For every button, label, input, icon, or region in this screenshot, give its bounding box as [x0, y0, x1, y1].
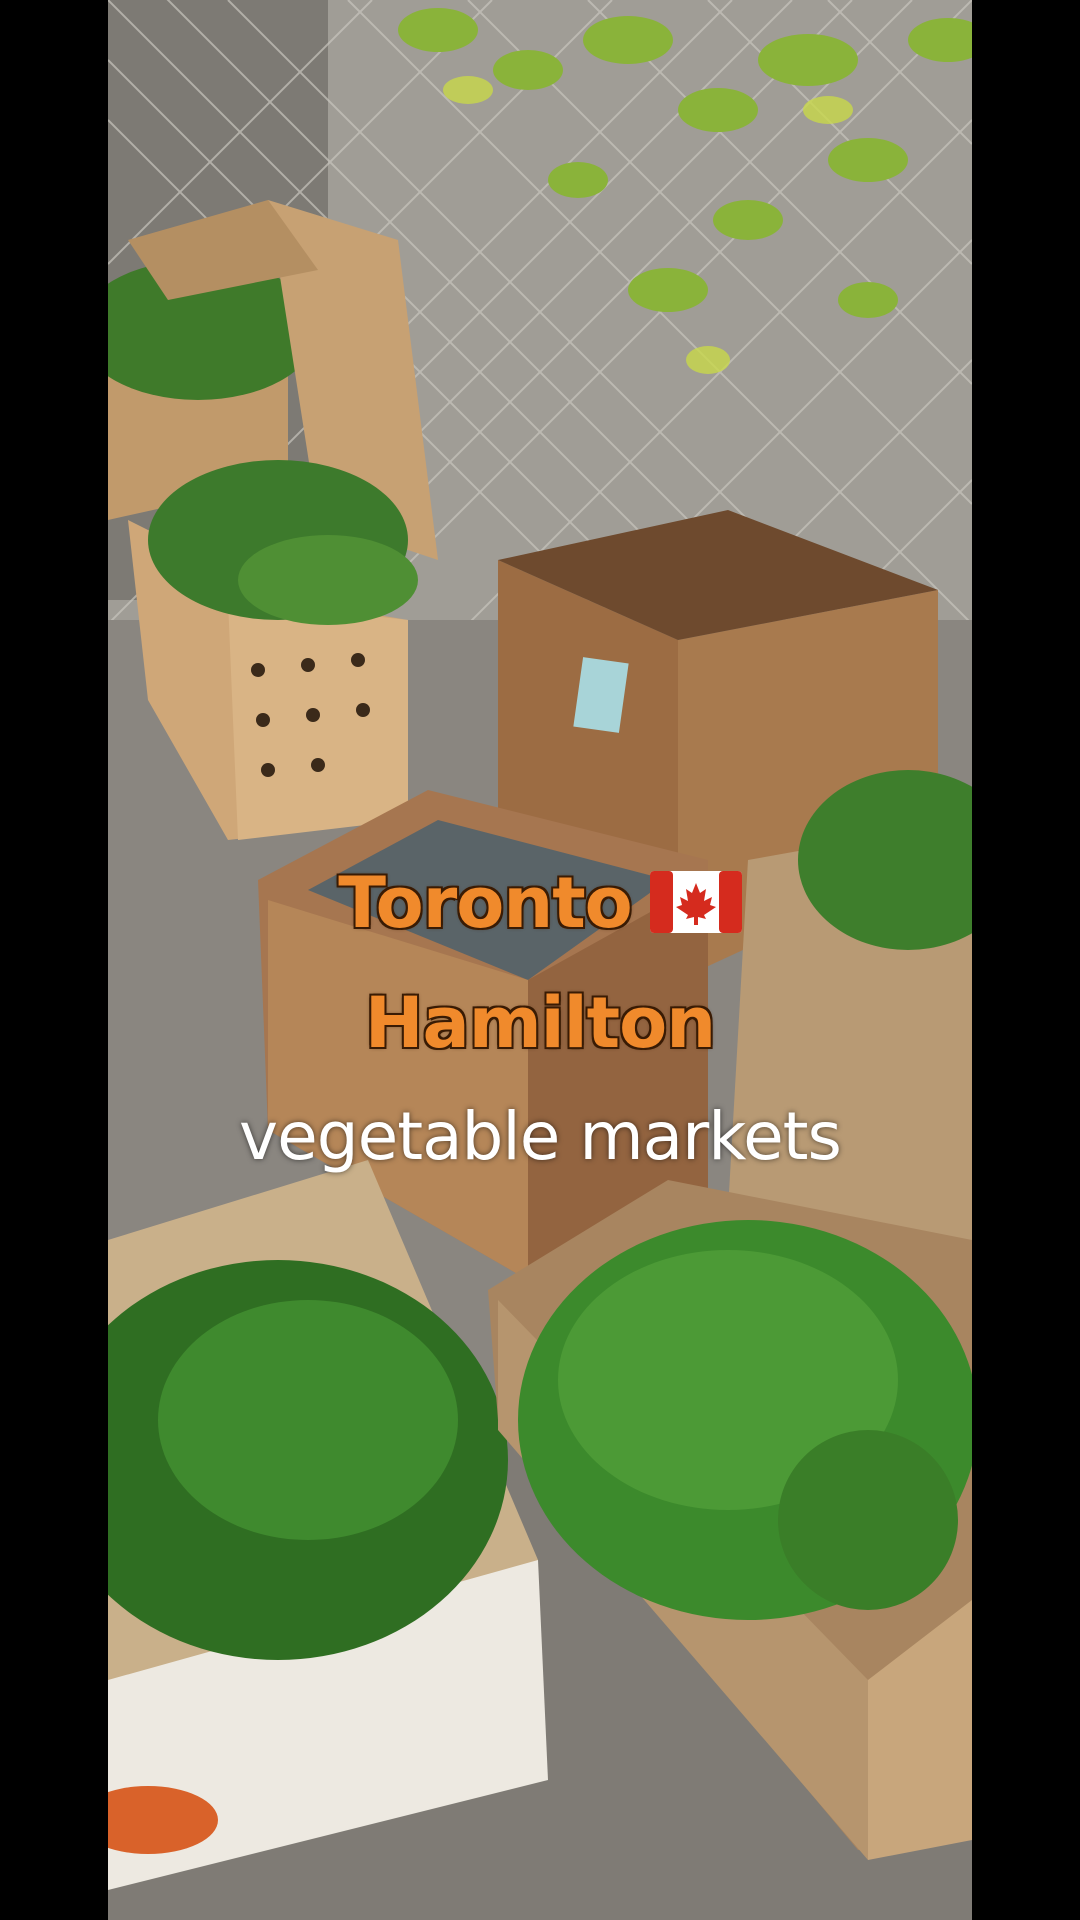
caption-toronto-text: Toronto	[338, 862, 633, 944]
caption-line-toronto: Toronto	[0, 862, 1080, 944]
caption-vegetable-markets-text: vegetable markets	[239, 1098, 842, 1175]
canada-flag-icon	[649, 870, 742, 933]
caption-line-vegetable-markets: vegetable markets	[0, 1098, 1080, 1175]
market-photo	[108, 0, 972, 1920]
photo-frame	[108, 0, 972, 1920]
caption-line-hamilton: Hamilton	[0, 982, 1080, 1064]
caption-hamilton-text: Hamilton	[364, 982, 716, 1064]
sticky-note	[573, 657, 629, 733]
